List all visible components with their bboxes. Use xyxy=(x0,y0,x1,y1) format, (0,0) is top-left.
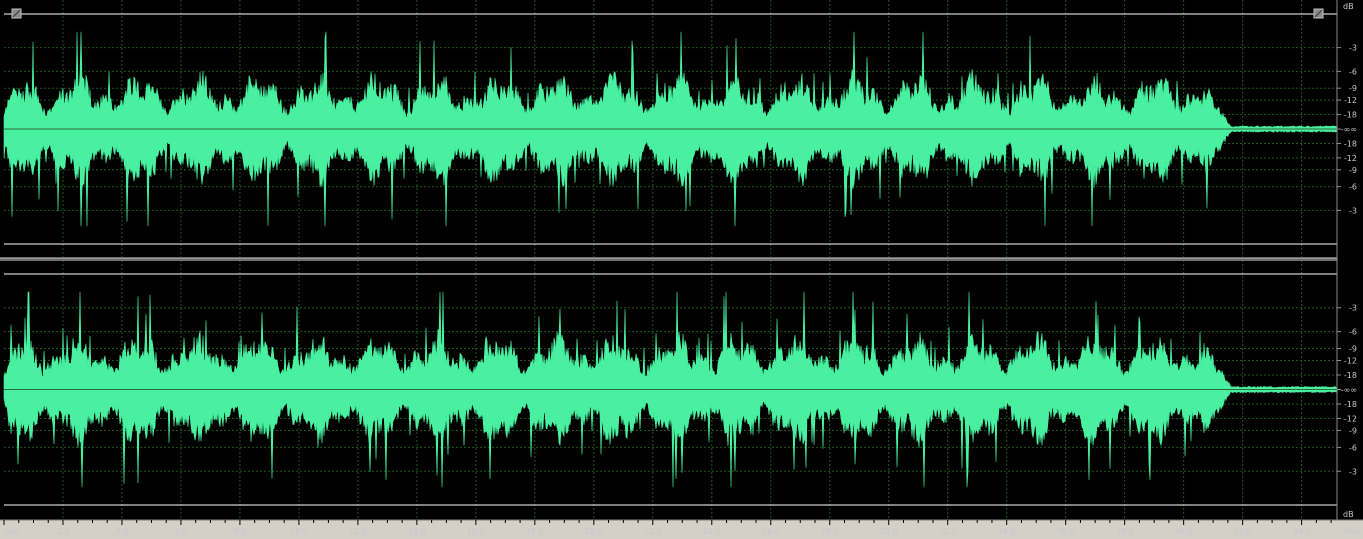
db-label: -3 xyxy=(1349,206,1357,215)
db-label: -6 xyxy=(1349,328,1357,337)
time-tick-label: 44.0 xyxy=(1293,527,1311,536)
db-label: -12 xyxy=(1344,415,1357,424)
db-label: -3 xyxy=(1349,467,1357,476)
time-ruler[interactable] xyxy=(0,520,1363,539)
db-unit-top: dB xyxy=(1343,2,1354,11)
time-tick-label: 24.0 xyxy=(703,527,721,536)
db-label: -12 xyxy=(1344,96,1357,105)
time-tick-label: 18.0 xyxy=(526,527,544,536)
db-label: -9 xyxy=(1349,84,1357,93)
time-tick-label: 42.0 xyxy=(1234,527,1252,536)
db-label: -6 xyxy=(1349,183,1357,192)
db-label: -18 xyxy=(1344,139,1357,148)
time-unit-right: hms xyxy=(1343,527,1360,536)
waveform-editor[interactable]: dB dB -3 -6 -9 -12 -18 -∞∞ -18 -12 -9 -6 -3 -3 -6 -9 -12… xyxy=(0,0,1363,539)
db-label: -6 xyxy=(1349,67,1357,76)
db-label: -6 xyxy=(1349,443,1357,452)
time-tick-label: 2.0 xyxy=(57,527,70,536)
db-label: -12 xyxy=(1344,356,1357,365)
db-label: -18 xyxy=(1344,111,1357,120)
time-tick-label: 30.0 xyxy=(880,527,898,536)
time-tick-label: 8.0 xyxy=(234,527,247,536)
time-tick-label: 14.0 xyxy=(408,527,426,536)
time-tick-label: 20.0 xyxy=(585,527,603,536)
db-label: -9 xyxy=(1349,166,1357,175)
time-tick-label: 34.0 xyxy=(998,527,1016,536)
db-label: -3 xyxy=(1349,44,1357,53)
time-tick-label: 28.0 xyxy=(821,527,839,536)
time-tick-label: 22.0 xyxy=(644,527,662,536)
db-label: -3 xyxy=(1349,304,1357,313)
time-tick-label: 40.0 xyxy=(1175,527,1193,536)
time-tick-label: 16.0 xyxy=(467,527,485,536)
db-label: -12 xyxy=(1344,154,1357,163)
time-tick-label: 32.0 xyxy=(939,527,957,536)
time-tick-label: 6.0 xyxy=(175,527,188,536)
db-label: -∞∞ xyxy=(1341,125,1357,134)
time-tick-label: 26.0 xyxy=(762,527,780,536)
time-tick-label: 36.0 xyxy=(1057,527,1075,536)
time-unit-left: hms xyxy=(3,527,20,536)
channel-separator-highlight xyxy=(0,258,1337,259)
waveform-display[interactable]: dB dB -3 -6 -9 -12 -18 -∞∞ -18 -12 -9 -6 -3 -3 -6 -9 -12… xyxy=(0,0,1363,539)
time-tick-label: 4.0 xyxy=(116,527,129,536)
db-label: -18 xyxy=(1344,371,1357,380)
time-tick-label: 12.0 xyxy=(349,527,367,536)
db-label: -18 xyxy=(1344,400,1357,409)
db-unit-bottom: dB xyxy=(1343,510,1354,519)
time-tick-label: 38.0 xyxy=(1116,527,1134,536)
db-label: -∞∞ xyxy=(1341,386,1357,395)
time-tick-label: 10.0 xyxy=(290,527,308,536)
db-label: -9 xyxy=(1349,345,1357,354)
db-scale-panel xyxy=(1337,0,1363,520)
db-label: -9 xyxy=(1349,426,1357,435)
